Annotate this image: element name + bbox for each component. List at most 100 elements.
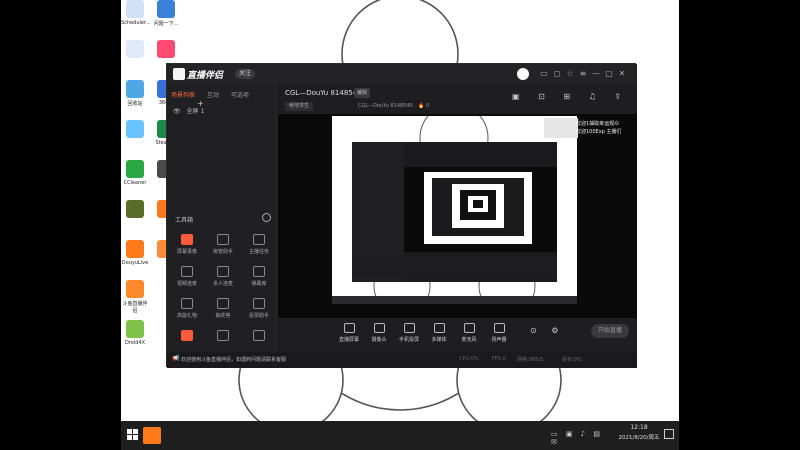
system-tray[interactable]: ▭ ▣ ♪ ▤ ✉ [551, 430, 611, 446]
toolbox-title: 工具箱 [175, 217, 194, 224]
toolbox-settings-icon[interactable] [262, 213, 271, 222]
bottom-tool-label: 麦克风 [461, 337, 477, 343]
app-title: 直播伴侣 [187, 71, 224, 81]
topbar-actions[interactable]: ▣ ⊡ ⊞ ♫ ⇪ [512, 92, 629, 101]
edit-title-button[interactable]: 编辑 [354, 88, 371, 98]
title-bar: 直播伴侣 关注 ▭ ◻ ☆ ≡ — □ ✕ [167, 64, 637, 84]
tab-interaction[interactable]: 互动 [207, 92, 219, 99]
stat-fps: FPS:0 [492, 356, 506, 362]
bottom-tool-label: 多媒体 [431, 337, 447, 343]
desktop-icon[interactable] [121, 120, 149, 140]
desktop-app-icon [126, 240, 144, 258]
screen-icon[interactable]: ◻ [552, 69, 562, 79]
clock-time[interactable]: 12:18 [621, 424, 657, 431]
tool-icon [181, 330, 193, 341]
desktop-icon[interactable]: Scheduler... [121, 0, 150, 26]
bottom-tool-label: 摄像头 [371, 337, 387, 343]
category-pill[interactable]: 绝地求生 [285, 102, 314, 111]
camera-button[interactable]: 摄像头 [366, 323, 392, 343]
toolbox-item[interactable] [245, 330, 273, 344]
sidebar: 场景列表 互动 可选项 + 👁 全屏 1 工具箱 屏幕录像 房管助手 主播任务视频连… [167, 84, 277, 368]
taskbar-app-live-companion[interactable] [143, 427, 161, 444]
desktop-icon[interactable] [121, 40, 149, 60]
desktop-icon-label: 问题一下... [153, 21, 179, 27]
desktop-icon-label: 斗鱼直播伴侣 [122, 301, 148, 314]
toolbox-item[interactable]: 房管助手 [209, 234, 237, 255]
tool-icon [217, 330, 229, 341]
tool-icon [181, 266, 193, 277]
toolbox-item[interactable] [173, 330, 201, 344]
tab-scenes[interactable]: 场景列表 [171, 92, 195, 99]
desktop-app-icon [126, 80, 144, 98]
desktop-icon[interactable]: 问题一下... [152, 0, 180, 27]
avatar[interactable] [517, 68, 529, 80]
tool-icon [253, 298, 265, 309]
minimize-icon[interactable]: — [591, 69, 601, 79]
extra-controls[interactable]: ⊙ ⚙ [530, 326, 564, 335]
close-icon[interactable]: ✕ [617, 69, 627, 79]
tool-label: 视频连麦 [176, 281, 197, 287]
desktop-icon[interactable]: Droid4X [121, 320, 149, 346]
camera-icon [373, 323, 385, 333]
tool-icon [181, 234, 193, 245]
scene-item-label: 全屏 1 [186, 108, 205, 115]
toolbox-item[interactable]: 主播任务 [245, 234, 273, 255]
source-toolbar: 直播屏幕 摄像头 手机投屏 多媒体 麦克风 扬声器 ⊙ ⚙ [278, 318, 637, 352]
menu-icon[interactable]: ≡ [578, 69, 588, 79]
toolbox-item[interactable]: 高能礼物 [173, 298, 201, 319]
desktop-app-icon [126, 0, 144, 18]
toolbox-item[interactable]: 视频连麦 [173, 266, 201, 287]
toolbox-item[interactable]: 投票助手 [245, 298, 273, 319]
desktop-app-icon [126, 200, 144, 218]
microphone-button[interactable]: 麦克风 [456, 323, 482, 343]
toolbox-item[interactable]: 弹幕库 [245, 266, 273, 287]
desktop-icon[interactable]: 回收站 [121, 80, 149, 107]
live-preview[interactable]: 欢迎1抽取幸运观众 欢迎100Exp 主播们 [278, 114, 637, 318]
stat-network: 网络:0KB/S [517, 357, 544, 363]
overlay-box [544, 118, 578, 138]
sidebar-tabs: 场景列表 互动 可选项 + [171, 90, 276, 108]
toolbox-item[interactable]: 屏幕录像 [173, 234, 201, 255]
scene-item[interactable]: 👁 全屏 1 [173, 106, 204, 115]
desktop-icon[interactable]: DouyuLive [121, 240, 149, 266]
speaker-button[interactable]: 扬声器 [486, 323, 512, 343]
maximize-icon[interactable]: □ [604, 69, 614, 79]
star-icon[interactable]: ☆ [565, 69, 575, 79]
tool-icon [253, 266, 265, 277]
phone-cast-button[interactable]: 手机投屏 [396, 323, 422, 343]
stat-cpu: CPU:0% [459, 356, 479, 362]
viewer-count: 0 [426, 103, 430, 109]
desktop-icon[interactable] [152, 40, 180, 60]
video-frame: Scheduler... 回收站 CCleaner DouyuLive 斗鱼直播伴侣 Dr… [0, 0, 800, 450]
tool-label: 屏幕录像 [176, 249, 197, 255]
desktop-icon[interactable]: 斗鱼直播伴侣 [121, 280, 149, 314]
live-room-icon[interactable]: ▭ [539, 69, 549, 79]
start-button[interactable] [127, 429, 138, 440]
overlay-line-1: 欢迎1抽取幸运观众 [576, 121, 620, 127]
clock-date[interactable]: 2021/8/20/周五 [613, 433, 665, 441]
go-live-button[interactable]: 开始直播 [591, 324, 629, 338]
live-companion-window: 直播伴侣 关注 ▭ ◻ ☆ ≡ — □ ✕ 场景列表 互动 可选项 + 👁 全屏 1 工具箱 [166, 63, 637, 368]
tool-label: 高能礼物 [176, 313, 197, 319]
bottom-tool-label: 直播屏幕 [338, 337, 359, 343]
notification-icon[interactable] [664, 429, 674, 439]
eye-icon[interactable]: 👁 [173, 108, 181, 115]
desktop-screen: Scheduler... 回收站 CCleaner DouyuLive 斗鱼直播伴侣 Dr… [121, 0, 679, 450]
taskbar: ▭ ▣ ♪ ▤ ✉ 12:18 2021/8/20/周五 [121, 421, 679, 450]
microphone-icon [463, 323, 475, 333]
toolbox-item[interactable]: 抽奖券 [209, 298, 237, 319]
phone-cast-icon [403, 323, 415, 333]
toolbox-item[interactable]: 多人连麦 [209, 266, 237, 287]
tool-label: 主播任务 [248, 249, 269, 255]
tool-icon [217, 266, 229, 277]
toolbox-item[interactable] [209, 330, 237, 344]
desktop-icon[interactable] [121, 200, 149, 220]
screen-capture-button[interactable]: 直播屏幕 [336, 323, 362, 343]
tab-options[interactable]: 可选项 [231, 92, 249, 99]
tool-icon [181, 298, 193, 309]
desktop-app-icon [157, 40, 175, 58]
media-button[interactable]: 多媒体 [426, 323, 452, 343]
desktop-icon[interactable]: CCleaner [121, 160, 149, 186]
media-icon [433, 323, 445, 333]
follow-badge[interactable]: 关注 [235, 69, 256, 79]
